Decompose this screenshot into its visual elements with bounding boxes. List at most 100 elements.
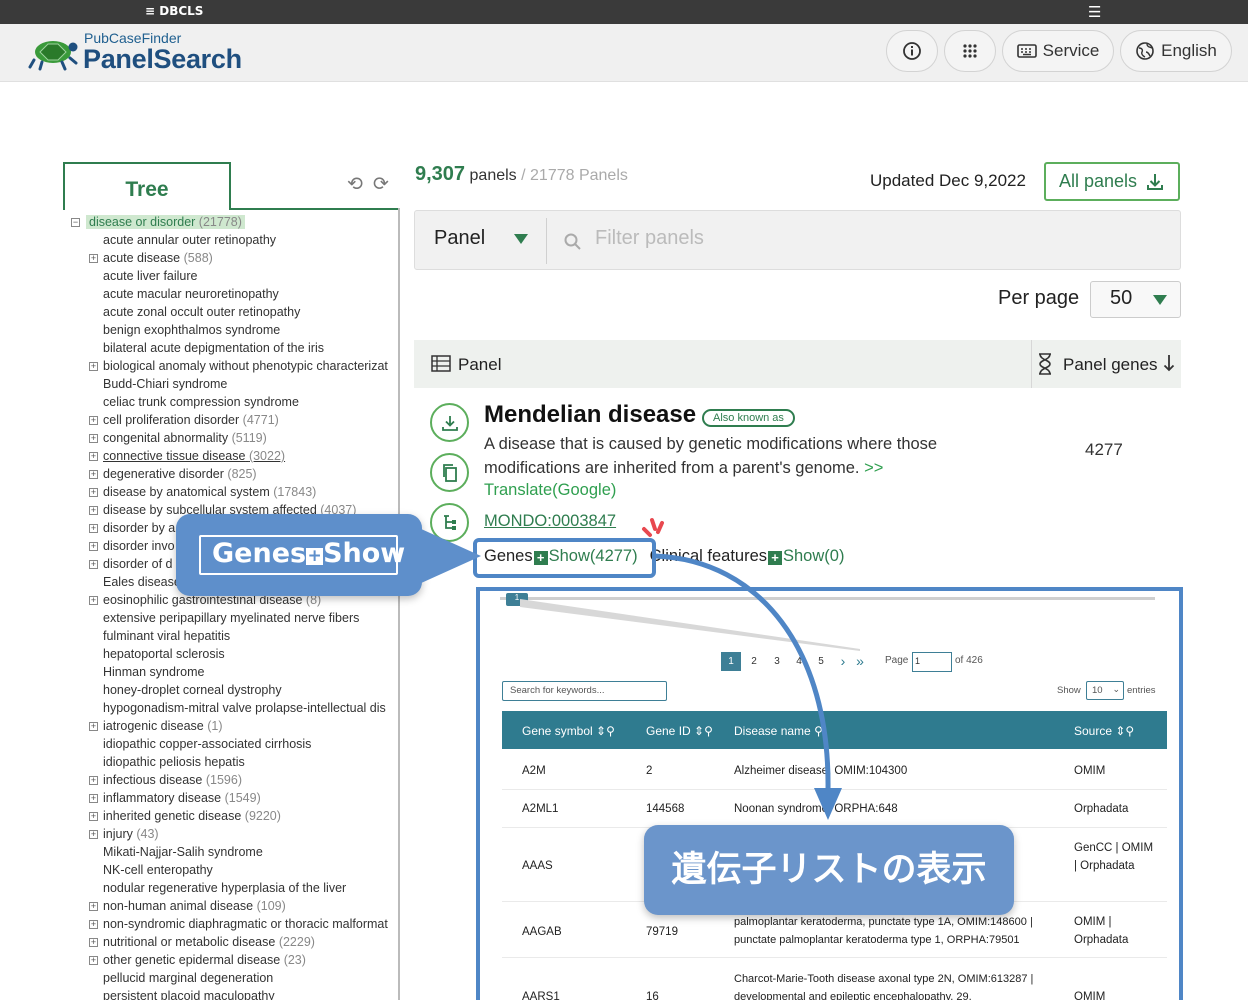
undo-icon[interactable]: ⟲ (347, 173, 373, 195)
tree-node[interactable]: benign exophthalmos syndrome (70, 321, 398, 339)
page-4-button[interactable]: 4 (789, 652, 809, 671)
hamburger-icon[interactable]: ☰ (1088, 5, 1101, 20)
tree-node[interactable]: Mikati-Najjar-Salih syndrome (70, 843, 398, 861)
tree-node[interactable]: persistent placoid maculopathy (70, 987, 398, 1000)
tree-node[interactable]: NK-cell enteropathy (70, 861, 398, 879)
col-gene-symbol[interactable]: Gene symbol ⇕⚲ (522, 724, 615, 738)
tree-node[interactable]: + iatrogenic disease (1) (70, 717, 398, 735)
tree-node[interactable]: + inflammatory disease (1549) (70, 789, 398, 807)
row0-symbol[interactable]: A2M (522, 762, 546, 780)
tree-node[interactable]: hepatoportal sclerosis (70, 645, 398, 663)
caret-down-icon[interactable] (514, 234, 528, 244)
expand-icon[interactable]: + (89, 830, 98, 839)
row4-symbol[interactable]: AARS1 (522, 988, 560, 1000)
page-2-button[interactable]: 2 (744, 652, 764, 671)
tree-node[interactable]: hypogonadism-mitral valve prolapse-intel… (70, 699, 398, 717)
row1-symbol[interactable]: A2ML1 (522, 800, 558, 818)
expand-icon[interactable]: + (89, 794, 98, 803)
tree-node[interactable]: celiac trunk compression syndrome (70, 393, 398, 411)
filter-type-select[interactable]: Panel (434, 227, 485, 250)
row2-symbol[interactable]: AAAS (522, 857, 553, 875)
tree-node[interactable]: extensive peripapillary myelinated nerve… (70, 609, 398, 627)
col-disease-name[interactable]: Disease name ⚲ (734, 724, 823, 738)
expand-icon[interactable]: + (89, 722, 98, 731)
expand-icon[interactable]: + (89, 362, 98, 371)
expand-icon[interactable]: + (89, 560, 98, 569)
all-panels-download-button[interactable]: All panels (1044, 162, 1180, 201)
tree-node[interactable]: + other genetic epidermal disease (23) (70, 951, 398, 969)
per-page-select[interactable] (1090, 281, 1181, 318)
tree-node[interactable]: + biological anomaly without phenotypic c… (70, 357, 398, 375)
tree-node[interactable]: + inherited genetic disease (9220) (70, 807, 398, 825)
row3-symbol[interactable]: AAGAB (522, 923, 562, 941)
tree-node[interactable]: acute annular outer retinopathy (70, 231, 398, 249)
dbcls-logo[interactable]: ≡ DBCLS (145, 4, 203, 18)
tree-node[interactable]: + injury (43) (70, 825, 398, 843)
tree-node[interactable]: + non-human animal disease (109) (70, 897, 398, 915)
mondo-id-link[interactable]: MONDO:0003847 (484, 512, 616, 531)
keyword-search-input[interactable]: Search for keywords... (502, 681, 667, 701)
tree-node[interactable]: acute macular neuroretinopathy (70, 285, 398, 303)
expand-icon[interactable]: + (89, 938, 98, 947)
expand-icon[interactable]: + (89, 542, 98, 551)
tree-node[interactable]: + nutritional or metabolic disease (2229) (70, 933, 398, 951)
brand-title[interactable]: PanelSearch (83, 44, 242, 75)
entries-select[interactable]: 10 ⌄ (1086, 681, 1124, 700)
page-5-button[interactable]: 5 (811, 652, 831, 671)
tree-node[interactable]: + degenerative disorder (825) (70, 465, 398, 483)
tree-node[interactable]: honey-droplet corneal dystrophy (70, 681, 398, 699)
tree-node[interactable]: + non-syndromic diaphragmatic or thoracic… (70, 915, 398, 933)
expand-icon[interactable]: + (89, 506, 98, 515)
turtle-logo-icon[interactable] (28, 34, 78, 72)
expand-icon[interactable]: + (89, 920, 98, 929)
expand-icon[interactable]: + (89, 470, 98, 479)
tree-node[interactable]: idiopathic peliosis hepatis (70, 753, 398, 771)
tree-node[interactable]: bilateral acute depigmentation of the ir… (70, 339, 398, 357)
col-source[interactable]: Source ⇕⚲ (1074, 724, 1134, 738)
expand-icon[interactable]: + (89, 434, 98, 443)
per-page-caret-icon[interactable] (1153, 295, 1167, 305)
tree-node[interactable]: + connective tissue disease (3022) (70, 447, 398, 465)
col-gene-id[interactable]: Gene ID ⇕⚲ (646, 724, 713, 738)
tree-node[interactable]: fulminant viral hepatitis (70, 627, 398, 645)
tree-node[interactable]: nodular regenerative hyperplasia of the … (70, 879, 398, 897)
page-1-button[interactable]: 1 (721, 652, 741, 671)
tree-node[interactable]: Hinman syndrome (70, 663, 398, 681)
expand-icon[interactable]: + (89, 776, 98, 785)
expand-icon[interactable]: + (89, 956, 98, 965)
panel-copy-button[interactable] (430, 453, 469, 492)
tree-node[interactable]: + infectious disease (1596) (70, 771, 398, 789)
expand-icon[interactable]: + (89, 254, 98, 263)
expand-icon[interactable]: + (89, 524, 98, 533)
expand-icon[interactable]: + (89, 452, 98, 461)
page-number-input[interactable]: 1 (912, 652, 952, 672)
tree-node[interactable]: pellucid marginal degeneration (70, 969, 398, 987)
also-known-as-badge[interactable]: Also known as (702, 409, 795, 427)
tree-node[interactable]: + disease by anatomical system (17843) (70, 483, 398, 501)
plus-icon[interactable]: + (768, 551, 782, 565)
tree-root-node[interactable]: − disease or disorder (21778) (70, 213, 398, 231)
clinical-show-link[interactable]: Show(0) (783, 547, 844, 565)
sort-desc-icon[interactable] (1163, 354, 1175, 372)
apps-button[interactable] (944, 30, 996, 72)
panel-title[interactable]: Mendelian disease (484, 401, 696, 429)
expand-icon[interactable]: + (89, 416, 98, 425)
collapse-icon[interactable]: − (71, 218, 80, 227)
tree-tab[interactable]: Tree (63, 162, 231, 210)
tree-node[interactable]: + congenital abnormality (5119) (70, 429, 398, 447)
tree-node[interactable]: idiopathic copper-associated cirrhosis (70, 735, 398, 753)
redo-icon[interactable]: ⟳ (373, 173, 399, 195)
expand-icon[interactable]: + (89, 596, 98, 605)
column-panel-genes[interactable]: Panel genes (1063, 355, 1158, 375)
column-panel[interactable]: Panel (458, 355, 501, 375)
info-button[interactable] (886, 30, 938, 72)
tree-node[interactable]: + acute disease (588) (70, 249, 398, 267)
tree-node[interactable]: Budd-Chiari syndrome (70, 375, 398, 393)
expand-icon[interactable]: + (89, 902, 98, 911)
service-button[interactable]: Service (1002, 30, 1114, 72)
filter-panels-input[interactable]: Filter panels (595, 227, 704, 250)
panel-download-button[interactable] (430, 403, 469, 442)
last-page-icon[interactable]: » (850, 652, 870, 671)
expand-icon[interactable]: + (89, 812, 98, 821)
tree-node[interactable]: acute zonal occult outer retinopathy (70, 303, 398, 321)
